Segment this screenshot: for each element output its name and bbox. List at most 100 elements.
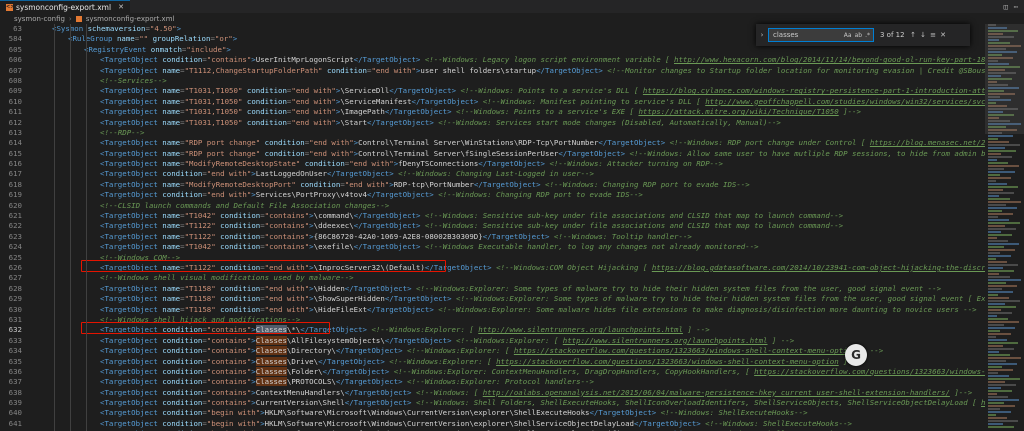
code-line[interactable]: 641 <TargetObject condition="begin with">…: [0, 419, 985, 429]
minimap-line: [988, 363, 1017, 365]
code-line[interactable]: 610 <TargetObject name="T1031,T1050" cond…: [0, 97, 985, 107]
match-case-icon[interactable]: Aa: [844, 32, 852, 39]
code-token: <!--Windows: Shell Folders, ShellExecute…: [411, 398, 982, 408]
line-number: 622: [8, 221, 22, 231]
code-line[interactable]: 639 <TargetObject condition="contains">Cu…: [0, 398, 985, 408]
code-line[interactable]: 621 <TargetObject name="T1042" condition=…: [0, 211, 985, 221]
code-line[interactable]: 620 <!--CLSID launch commands and Default…: [0, 201, 985, 211]
match-whole-word-icon[interactable]: ab: [855, 32, 863, 39]
code-token: <TargetObject: [100, 65, 163, 75]
code-line[interactable]: 616 <TargetObject name="ModifyRemoteDeskt…: [0, 159, 985, 169]
minimap-line: [988, 366, 1002, 368]
code-line[interactable]: 630 <TargetObject name="T1158" condition=…: [0, 305, 985, 315]
minimap-line: [988, 267, 1003, 269]
code-token: <!--Windows:Explorer: [: [451, 335, 563, 345]
code-line[interactable]: 637 <TargetObject condition="contains">Cl…: [0, 377, 985, 387]
breadcrumb-file[interactable]: sysmonconfig-export.xml: [86, 15, 175, 23]
code-token: name: [162, 221, 181, 231]
code-line[interactable]: 612 <TargetObject name="T1031,T1050" cond…: [0, 118, 985, 128]
code-line[interactable]: 623 <TargetObject name="T1122" condition=…: [0, 232, 985, 242]
code-line[interactable]: 613 <!--RDP-->: [0, 128, 985, 138]
code-token: name: [162, 211, 181, 221]
previous-match-icon[interactable]: ↑: [908, 31, 918, 39]
code-line[interactable]: 618 <TargetObject name="ModifyRemoteDeskt…: [0, 180, 985, 190]
minimap-line: [988, 369, 1013, 371]
code-line[interactable]: 617 <TargetObject condition="end with">La…: [0, 169, 985, 179]
code-token: </TargetObject>: [322, 366, 390, 376]
code-line[interactable]: 636 <TargetObject condition="contains">Cl…: [0, 366, 985, 377]
editor-tab[interactable]: <> sysmonconfig-export.xml ✕: [0, 0, 130, 13]
close-icon[interactable]: ✕: [938, 31, 948, 39]
code-token: </TargetObject>: [558, 148, 626, 158]
line-number: 609: [8, 86, 22, 96]
code-line[interactable]: 638 <TargetObject condition="contains">Co…: [0, 388, 985, 398]
code-token: ]-->: [949, 387, 973, 397]
line-number: 628: [8, 283, 22, 293]
code-token: http://www.geoffchappell.com/studies/win…: [705, 96, 985, 106]
search-match: Classes: [255, 366, 287, 376]
find-input[interactable]: [773, 31, 833, 39]
code-token: "contains": [206, 346, 252, 356]
split-editor-icon[interactable]: ◫: [1004, 3, 1008, 11]
code-line[interactable]: 609 <TargetObject name="T1031,T1050" cond…: [0, 86, 985, 96]
find-options: Aa ab .*: [844, 32, 873, 39]
breadcrumb-folder[interactable]: sysmon-config: [14, 15, 65, 23]
minimap-line: [988, 165, 1019, 167]
minimap-slider[interactable]: [985, 24, 1024, 134]
code-line[interactable]: 608 <!--Services-->: [0, 76, 985, 86]
toggle-replace-icon[interactable]: ›: [756, 31, 768, 39]
minimap-line: [988, 291, 1013, 293]
line-content: <TargetObject condition="contains">UserI…: [52, 55, 985, 65]
code-token: <!--Windows: [: [411, 387, 483, 397]
code-line[interactable]: 607 <TargetObject name="T1112,ChangeStart…: [0, 66, 985, 76]
line-content: <TargetObject condition="contains">Conte…: [52, 388, 985, 398]
floating-badge[interactable]: G: [845, 344, 867, 366]
code-token: \Drive\: [286, 356, 319, 366]
code-line[interactable]: 635 <TargetObject condition="contains">Cl…: [0, 356, 985, 367]
code-line[interactable]: 619 <TargetObject condition="end with">Se…: [0, 190, 985, 200]
code-token: \HideFileExt: [313, 304, 368, 314]
code-token: \Directory\: [286, 346, 336, 356]
code-token: fDenyTSConnections: [398, 159, 479, 169]
minimap-line: [988, 321, 1019, 323]
code-line[interactable]: 629 <TargetObject name="T1158" condition=…: [0, 294, 985, 304]
code-line[interactable]: 640 <TargetObject condition="begin with">…: [0, 408, 985, 418]
code-token: Control\Terminal Server\WinStations\RDP-…: [358, 138, 599, 148]
minimap-line: [988, 258, 996, 260]
indent-guide: [54, 24, 55, 431]
code-line[interactable]: 606 <TargetObject condition="contains">Us…: [0, 55, 985, 65]
code-token: condition: [220, 221, 261, 231]
code-line[interactable]: 627 <!--Windows shell visual modification…: [0, 273, 985, 283]
minimap-line: [988, 360, 1006, 362]
code-token: "RDP port change": [184, 138, 261, 148]
code-editor[interactable]: 63 <Sysmon schemaversion="4.50"> 584 <RuleG…: [0, 24, 985, 431]
line-number: 637: [8, 377, 22, 387]
regex-icon[interactable]: .*: [865, 32, 870, 39]
line-number: 641: [8, 418, 22, 428]
code-token: "T1122": [184, 221, 216, 231]
code-token: https://blog.gdatasoftware.com/2014/10/2…: [651, 262, 985, 272]
code-line[interactable]: 622 <TargetObject name="T1122" condition=…: [0, 221, 985, 231]
code-token: <!--Windows: Sensitive sub-key under fil…: [420, 211, 844, 221]
find-in-selection-icon[interactable]: ≡: [928, 31, 938, 39]
code-token: https://stackoverflow.com/questions/1323…: [513, 346, 857, 356]
close-icon[interactable]: ✕: [118, 3, 124, 11]
code-line[interactable]: 615 <TargetObject name="RDP port change" …: [0, 149, 985, 159]
code-line[interactable]: 605 <RegistryEvent onmatch="include">: [0, 45, 985, 55]
code-token: name: [162, 283, 181, 293]
code-line[interactable]: 614 <TargetObject name="RDP port change" …: [0, 138, 985, 148]
code-token: <TargetObject: [100, 211, 163, 221]
code-token: ] -->: [767, 335, 795, 345]
code-line[interactable]: 624 <TargetObject name="T1042" condition=…: [0, 242, 985, 252]
code-line[interactable]: 628 <TargetObject name="T1158" condition=…: [0, 284, 985, 294]
code-token: <TargetObject: [100, 159, 163, 169]
line-number: 614: [8, 138, 22, 148]
code-token: name: [162, 65, 181, 75]
code-line[interactable]: 634 <TargetObject condition="contains">Cl…: [0, 346, 985, 356]
minimap-line: [988, 255, 1011, 257]
next-match-icon[interactable]: ↓: [918, 31, 928, 39]
more-actions-icon[interactable]: ⋯: [1014, 3, 1018, 11]
code-line[interactable]: 633 <TargetObject condition="contains">Cl…: [0, 335, 985, 346]
code-token: \ShowSuperHidden: [313, 294, 385, 304]
code-line[interactable]: 611 <TargetObject name="T1031,T1050" cond…: [0, 107, 985, 117]
